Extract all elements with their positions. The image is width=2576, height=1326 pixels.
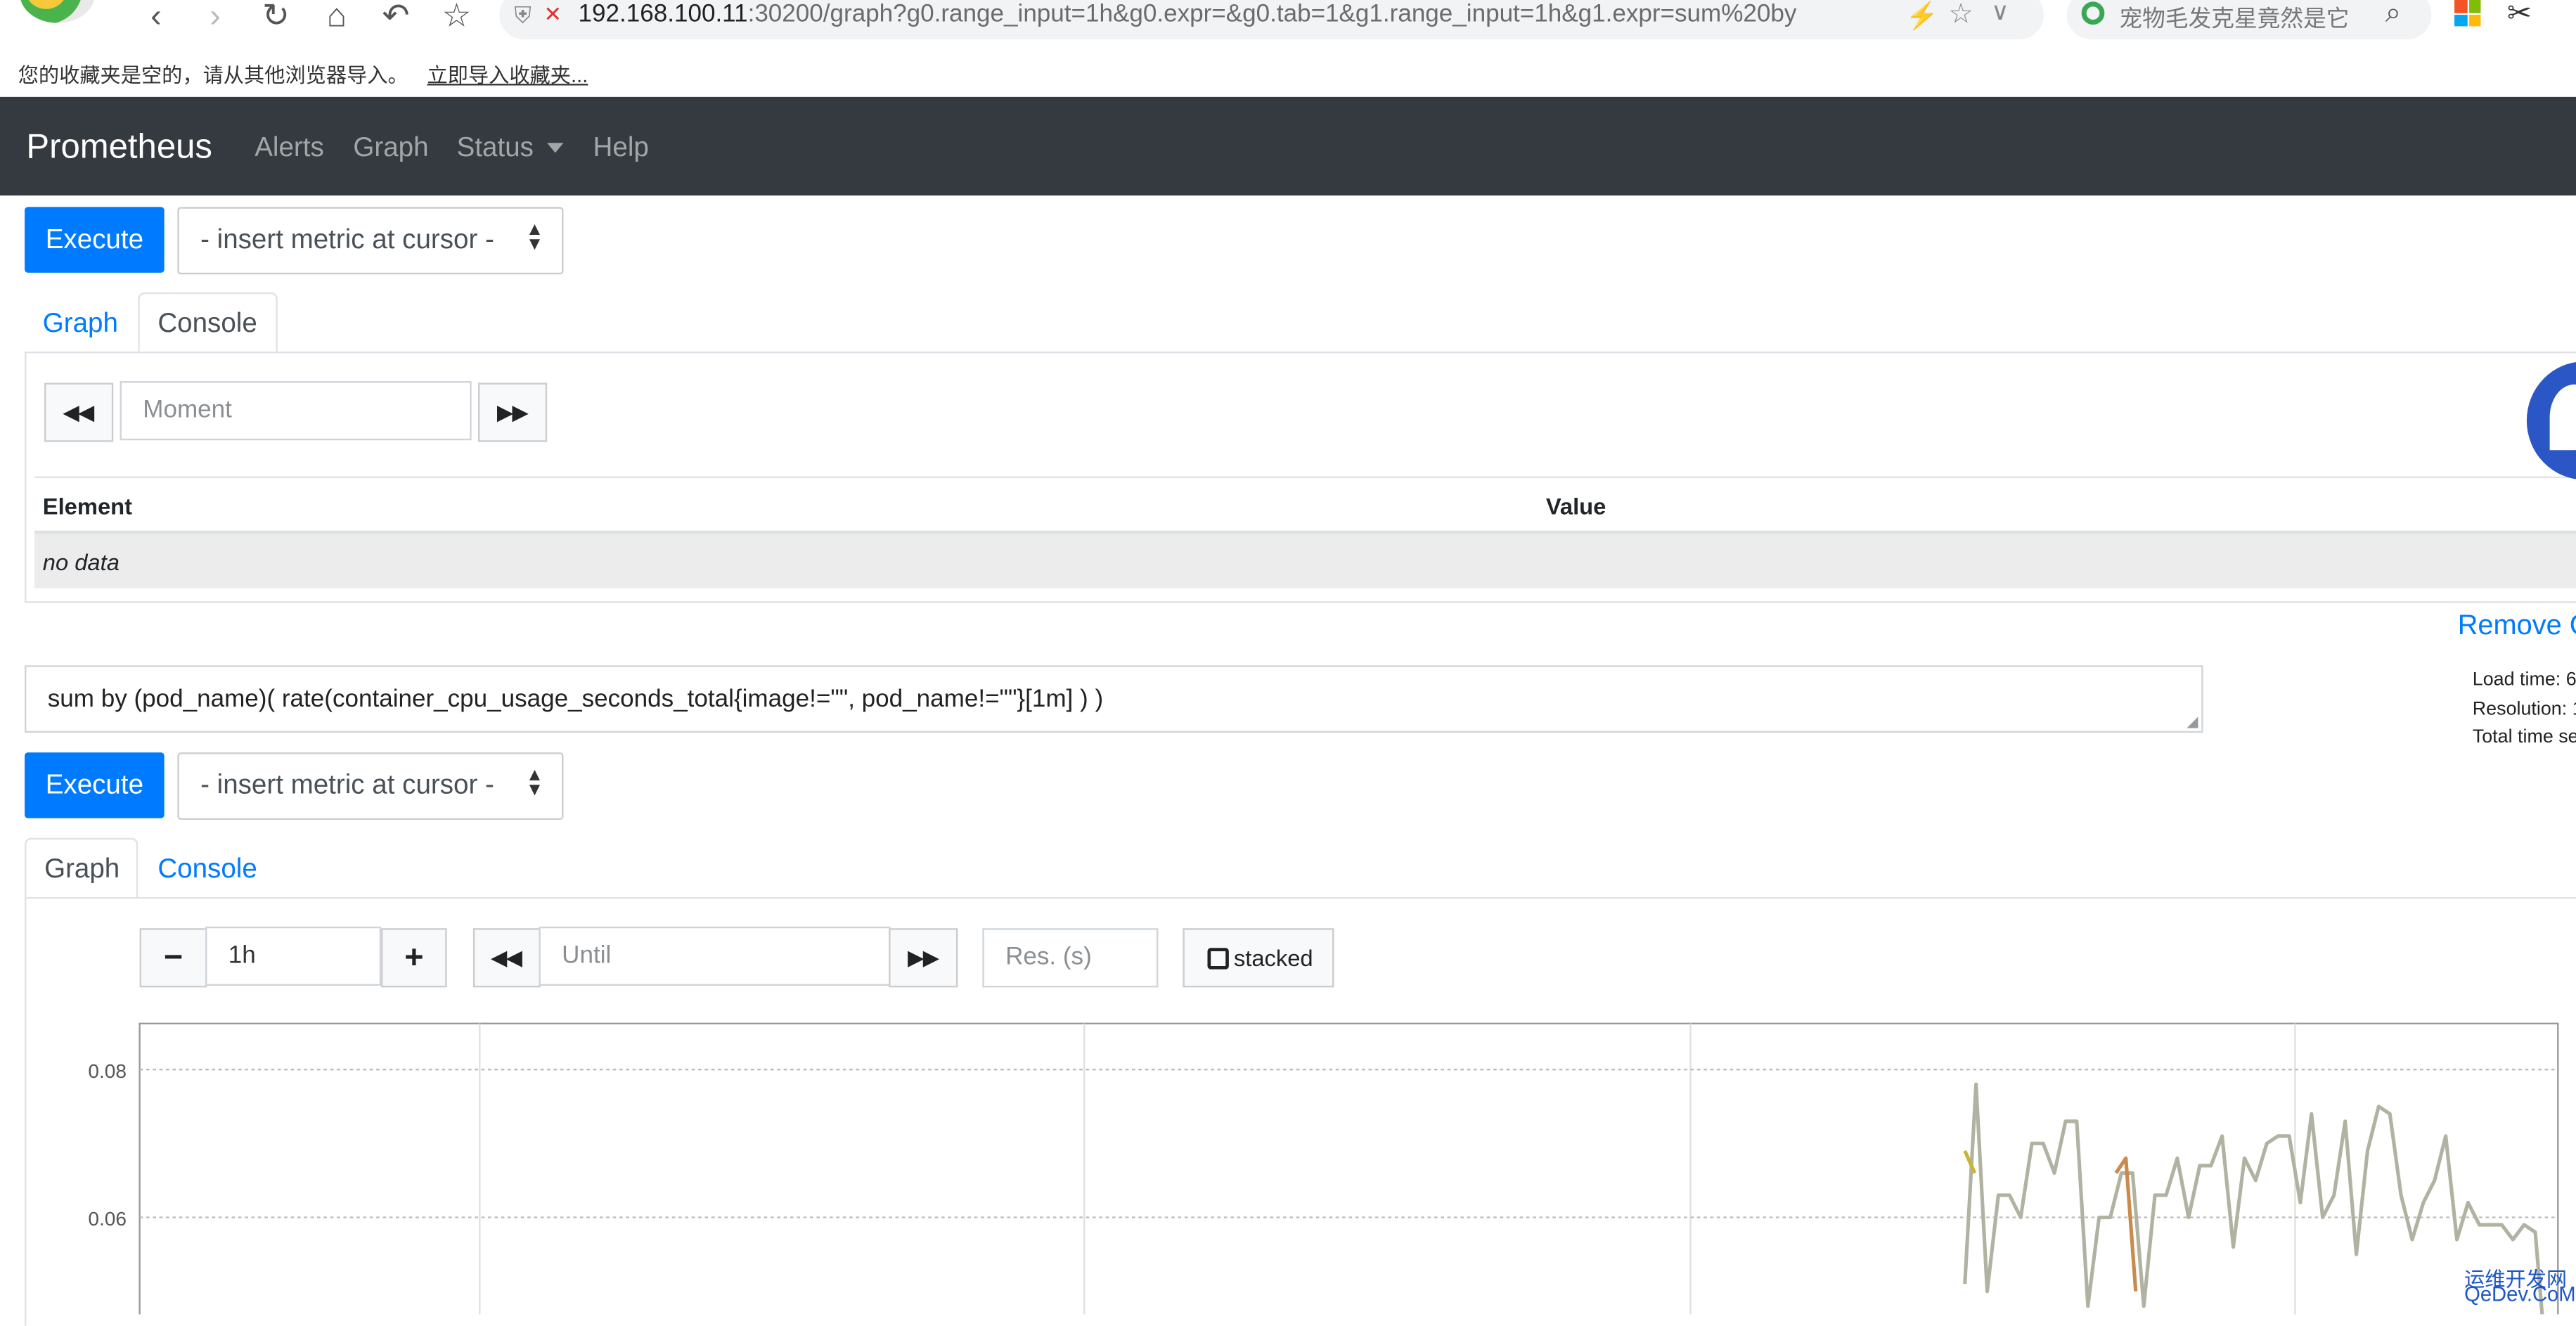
execute-button-2[interactable]: Execute [25,752,165,818]
checkbox-icon [1207,948,1229,970]
series-line-0 [1963,1082,2544,1315]
total-time-series: Total time se [2472,728,2576,748]
security-shield-icon: ⛨ [514,1,532,28]
chevron-down-icon[interactable]: ∨ [1991,0,2009,26]
plot-frame [139,1022,2559,1315]
nav-help[interactable]: Help [593,133,649,164]
address-url[interactable]: 192.168.100.11:30200/graph?g0.range_inpu… [579,0,1797,28]
select-arrows-icon: ▲ ▼ [525,220,544,255]
reload-icon[interactable]: ↻ [258,0,294,36]
resize-handle-icon[interactable]: ◢ [2187,713,2198,731]
lightning-icon[interactable]: ⚡ [1906,0,1939,33]
chart-grid [139,1022,2559,1315]
tab-console[interactable]: Console [138,292,278,357]
tab-console-label: Console [157,309,257,339]
address-path: :30200/graph?g0.range_input=1h&g0.expr=&… [747,0,1797,28]
tab-console-2[interactable]: Console [157,854,257,885]
insecure-x-icon: ✕ [543,1,562,27]
insert-metric-select[interactable]: - insert metric at cursor - ▲ ▼ [177,207,564,275]
load-time: Load time: 6 [2472,670,2576,690]
tab-graph[interactable]: Graph [43,309,118,340]
table-header-value: Value [1545,493,1606,520]
no-data-cell: no data [42,548,120,575]
undo-icon[interactable]: ↶ [378,0,413,36]
until-back-button[interactable]: ◀◀ [472,928,541,988]
watermark-text-2: QeDev.CoM [2464,1282,2576,1306]
until-input[interactable]: Until [539,926,891,986]
apps-grid-icon[interactable] [2454,0,2481,27]
until-forward-button[interactable]: ▶▶ [889,928,958,988]
remove-graph-link[interactable]: Remove G [2458,610,2576,643]
insert-metric-label: - insert metric at cursor - [200,225,494,255]
back-icon[interactable]: ‹ [138,0,174,36]
fast-forward-icon: ▶▶ [497,401,528,424]
status-caret-icon[interactable] [547,143,564,153]
fast-backward-icon: ◀◀ [63,401,94,424]
stacked-label: stacked [1233,944,1313,972]
plus-icon: + [404,939,424,977]
stacked-toggle-button[interactable]: stacked [1183,928,1334,988]
y-tick-label: 0.08 [88,1060,127,1082]
expression-input[interactable]: sum by (pod_name)( rate(container_cpu_us… [25,665,2203,733]
table-header-element: Element [42,493,133,520]
graph-chart[interactable]: 0.08 0.06 [0,1002,2576,1315]
chart-ticks: 0.08 0.06 [88,1060,127,1230]
until-placeholder: Until [562,941,612,970]
browser-search-suggestion[interactable]: 宠物毛发克星竟然是它 [2119,1,2349,34]
resolution-input[interactable]: Res. (s) [982,928,1159,988]
nav-alerts[interactable]: Alerts [255,133,324,164]
execute-button[interactable]: Execute [25,207,165,273]
brand-logo[interactable]: Prometheus [26,128,212,167]
import-bookmarks-link[interactable]: 立即导入收藏夹... [427,58,588,89]
y-tick-label: 0.06 [88,1208,127,1230]
nav-status[interactable]: Status [457,133,534,164]
tab-graph-2[interactable]: Graph [25,837,139,902]
fast-backward-icon: ◀◀ [491,946,522,970]
moment-placeholder: Moment [143,396,232,424]
bookmark-bar: 您的收藏夹是空的，请从其他浏览器导入。 立即导入收藏夹... [0,49,2576,96]
scissors-icon[interactable]: ✂ [2507,0,2532,31]
range-decrease-button[interactable]: − [139,928,207,988]
resolution-placeholder: Res. (s) [1005,943,1092,972]
insert-metric-label-2: - insert metric at cursor - [200,770,494,800]
bookmark-empty-message: 您的收藏夹是空的，请从其他浏览器导入。 [18,64,408,87]
forward-icon[interactable]: › [197,0,233,36]
search-engine-icon [2081,1,2105,25]
minus-icon: − [163,939,183,977]
moment-forward-button[interactable]: ▶▶ [477,382,548,442]
tab-graph-2-label: Graph [44,854,120,884]
insert-metric-select-2[interactable]: - insert metric at cursor - ▲ ▼ [177,752,564,820]
moment-back-button[interactable]: ◀◀ [44,382,114,442]
favorite-star-icon[interactable]: ☆ [1948,0,1973,31]
console-table: Element Value no data [34,476,2576,588]
range-increase-button[interactable]: + [381,928,447,988]
resolution: Resolution: 1 [2472,700,2576,720]
table-row: no data [34,530,2576,588]
address-host: 192.168.100.11 [578,0,748,28]
range-value: 1h [228,941,256,970]
search-icon[interactable]: ⌕ [2385,0,2401,30]
home-icon[interactable]: ⌂ [318,0,354,36]
nav-graph[interactable]: Graph [353,133,428,164]
range-input[interactable]: 1h [205,926,382,986]
moment-input[interactable]: Moment [120,381,472,441]
fast-forward-icon: ▶▶ [908,946,939,970]
bookmark-star-icon[interactable]: ☆ [439,0,475,36]
chart-series [1963,1082,2544,1315]
expression-text: sum by (pod_name)( rate(container_cpu_us… [47,685,1104,714]
select-arrows-icon: ▲ ▼ [525,765,544,800]
